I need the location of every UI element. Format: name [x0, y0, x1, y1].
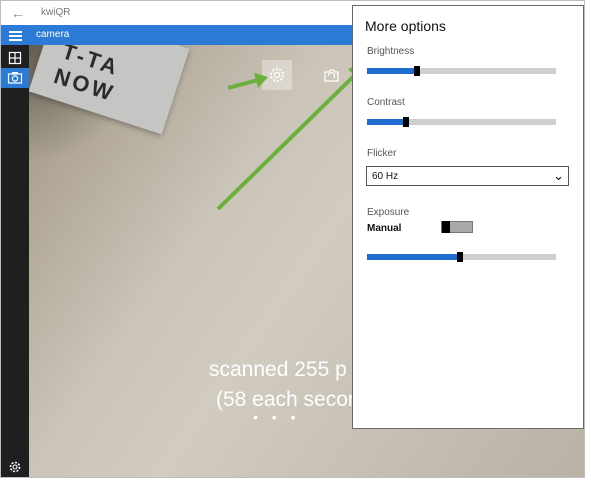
slider-fill [367, 254, 460, 260]
annotation-arrow-panel [216, 71, 359, 211]
slider-thumb[interactable] [414, 66, 421, 76]
chevron-down-icon: ⌄ [553, 168, 564, 183]
annotation-arrowhead-settings [254, 73, 268, 88]
exposure-auto-toggle[interactable] [441, 221, 473, 233]
flicker-dropdown[interactable]: 60 Hz ⌄ [366, 166, 569, 186]
exposure-slider[interactable] [367, 252, 556, 262]
flicker-selected-value: 60 Hz [372, 171, 399, 182]
toggle-knob [442, 221, 450, 233]
slider-thumb[interactable] [456, 252, 463, 262]
slider-thumb[interactable] [402, 117, 409, 127]
flicker-label: Flicker [367, 148, 397, 159]
brightness-label: Brightness [367, 46, 415, 57]
contrast-label: Contrast [367, 97, 405, 108]
slider-fill [367, 68, 418, 74]
slider-fill [367, 119, 406, 125]
brightness-slider[interactable] [367, 66, 556, 76]
panel-title: More options [365, 18, 446, 34]
exposure-label: Exposure [367, 207, 410, 218]
annotation-arrow-settings [227, 78, 259, 90]
more-options-panel: More options Brightness Contrast Flicker… [352, 5, 584, 429]
contrast-slider[interactable] [367, 117, 556, 127]
exposure-mode-label: Manual [367, 223, 402, 234]
